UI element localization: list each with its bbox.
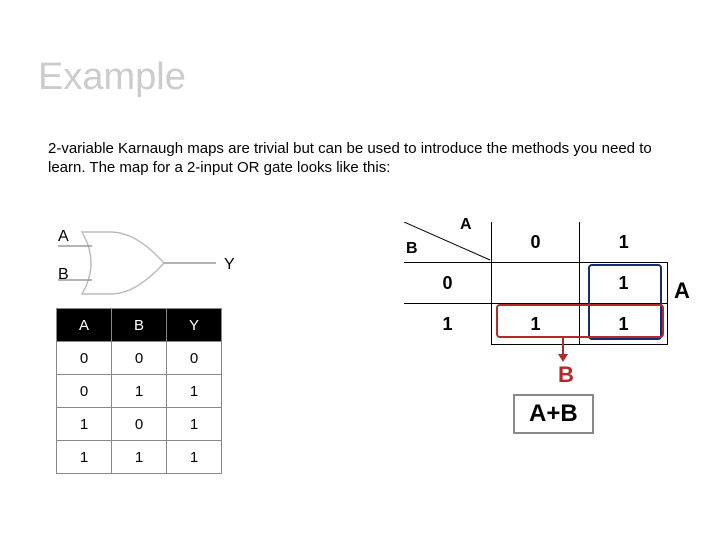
gate-input-a: A [58,228,69,246]
karnaugh-map: A B 0 1 0 1 1 1 1 A B A+B [388,208,668,408]
truth-header: A [57,309,112,342]
table-row: 0 1 1 [57,375,222,408]
kmap-cell [492,263,580,304]
table-row: 1 0 1 [57,408,222,441]
intro-text: 2-variable Karnaugh maps are trivial but… [48,140,658,178]
kmap-row-header: 0 [404,263,492,304]
page-title: Example [38,56,186,99]
kmap-group-b-label: B [558,362,574,388]
truth-header: B [112,309,167,342]
kmap-group-a-label: A [674,278,690,304]
kmap-row-header: 1 [404,304,492,345]
truth-header: Y [167,309,222,342]
kmap-group-b [496,304,664,338]
gate-input-b: B [58,266,69,284]
gate-output-y: Y [224,256,235,274]
table-row: 0 0 0 [57,342,222,375]
kmap-result: A+B [513,394,594,434]
kmap-col-header: 1 [580,222,668,263]
or-gate-diagram [56,224,226,302]
kmap-col-header: 0 [492,222,580,263]
table-row: 1 1 1 [57,441,222,474]
truth-table: A B Y 0 0 0 0 1 1 1 0 1 1 1 1 [56,308,222,474]
arrow-down-icon [562,338,564,360]
